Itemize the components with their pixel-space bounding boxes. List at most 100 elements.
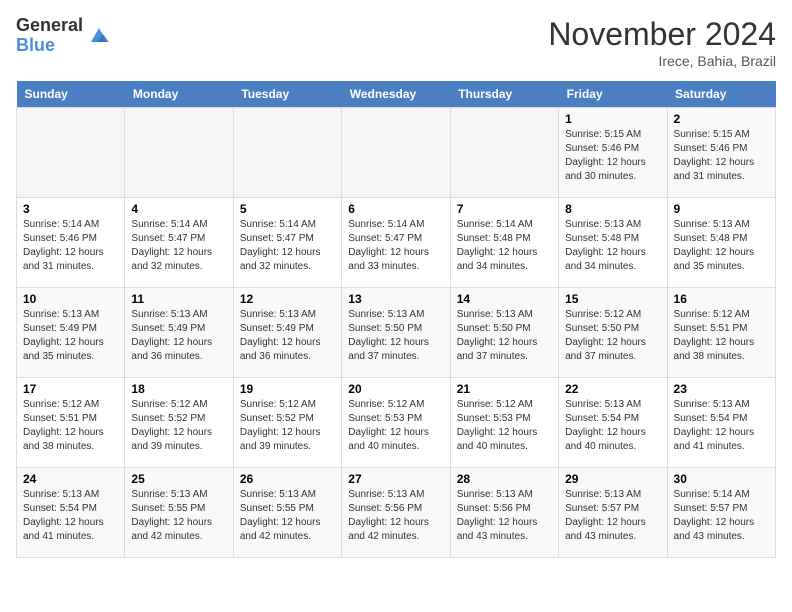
calendar-cell: 25 Sunrise: 5:13 AMSunset: 5:55 PMDaylig… (125, 468, 233, 558)
day-info: Sunrise: 5:13 AMSunset: 5:49 PMDaylight:… (23, 308, 118, 364)
day-info: Sunrise: 5:13 AMSunset: 5:54 PMDaylight:… (23, 488, 118, 544)
day-number: 29 (565, 472, 660, 486)
day-number: 1 (565, 112, 660, 126)
calendar-cell (125, 108, 233, 198)
day-number: 4 (131, 202, 226, 216)
calendar-cell: 11 Sunrise: 5:13 AMSunset: 5:49 PMDaylig… (125, 288, 233, 378)
calendar-cell: 24 Sunrise: 5:13 AMSunset: 5:54 PMDaylig… (17, 468, 125, 558)
day-number: 20 (348, 382, 443, 396)
day-info: Sunrise: 5:12 AMSunset: 5:52 PMDaylight:… (131, 398, 226, 454)
day-info: Sunrise: 5:13 AMSunset: 5:55 PMDaylight:… (240, 488, 335, 544)
day-info: Sunrise: 5:12 AMSunset: 5:53 PMDaylight:… (348, 398, 443, 454)
day-info: Sunrise: 5:12 AMSunset: 5:53 PMDaylight:… (457, 398, 552, 454)
calendar-cell: 18 Sunrise: 5:12 AMSunset: 5:52 PMDaylig… (125, 378, 233, 468)
calendar-cell: 17 Sunrise: 5:12 AMSunset: 5:51 PMDaylig… (17, 378, 125, 468)
calendar-cell: 23 Sunrise: 5:13 AMSunset: 5:54 PMDaylig… (667, 378, 775, 468)
day-number: 14 (457, 292, 552, 306)
calendar-cell (233, 108, 341, 198)
calendar-cell: 2 Sunrise: 5:15 AMSunset: 5:46 PMDayligh… (667, 108, 775, 198)
day-info: Sunrise: 5:13 AMSunset: 5:56 PMDaylight:… (348, 488, 443, 544)
day-number: 6 (348, 202, 443, 216)
header-sunday: Sunday (17, 81, 125, 108)
day-number: 24 (23, 472, 118, 486)
calendar-cell: 12 Sunrise: 5:13 AMSunset: 5:49 PMDaylig… (233, 288, 341, 378)
day-number: 27 (348, 472, 443, 486)
day-info: Sunrise: 5:14 AMSunset: 5:47 PMDaylight:… (348, 218, 443, 274)
week-row-1: 1 Sunrise: 5:15 AMSunset: 5:46 PMDayligh… (17, 108, 776, 198)
calendar-cell: 26 Sunrise: 5:13 AMSunset: 5:55 PMDaylig… (233, 468, 341, 558)
header-saturday: Saturday (667, 81, 775, 108)
day-number: 12 (240, 292, 335, 306)
day-info: Sunrise: 5:13 AMSunset: 5:56 PMDaylight:… (457, 488, 552, 544)
day-info: Sunrise: 5:13 AMSunset: 5:48 PMDaylight:… (674, 218, 769, 274)
calendar-cell: 16 Sunrise: 5:12 AMSunset: 5:51 PMDaylig… (667, 288, 775, 378)
day-info: Sunrise: 5:12 AMSunset: 5:52 PMDaylight:… (240, 398, 335, 454)
calendar-cell: 5 Sunrise: 5:14 AMSunset: 5:47 PMDayligh… (233, 198, 341, 288)
day-number: 19 (240, 382, 335, 396)
calendar-table: Sunday Monday Tuesday Wednesday Thursday… (16, 81, 776, 558)
logo: General Blue (16, 16, 111, 56)
logo-general-text: General (16, 16, 83, 36)
day-number: 22 (565, 382, 660, 396)
month-title: November 2024 (548, 16, 776, 53)
weekday-header-row: Sunday Monday Tuesday Wednesday Thursday… (17, 81, 776, 108)
day-number: 28 (457, 472, 552, 486)
day-info: Sunrise: 5:14 AMSunset: 5:47 PMDaylight:… (240, 218, 335, 274)
header-thursday: Thursday (450, 81, 558, 108)
day-info: Sunrise: 5:12 AMSunset: 5:51 PMDaylight:… (23, 398, 118, 454)
calendar-cell: 27 Sunrise: 5:13 AMSunset: 5:56 PMDaylig… (342, 468, 450, 558)
week-row-4: 17 Sunrise: 5:12 AMSunset: 5:51 PMDaylig… (17, 378, 776, 468)
day-number: 2 (674, 112, 769, 126)
calendar-cell: 6 Sunrise: 5:14 AMSunset: 5:47 PMDayligh… (342, 198, 450, 288)
header-wednesday: Wednesday (342, 81, 450, 108)
header-monday: Monday (125, 81, 233, 108)
day-info: Sunrise: 5:14 AMSunset: 5:57 PMDaylight:… (674, 488, 769, 544)
day-info: Sunrise: 5:13 AMSunset: 5:50 PMDaylight:… (348, 308, 443, 364)
week-row-2: 3 Sunrise: 5:14 AMSunset: 5:46 PMDayligh… (17, 198, 776, 288)
day-info: Sunrise: 5:12 AMSunset: 5:50 PMDaylight:… (565, 308, 660, 364)
week-row-3: 10 Sunrise: 5:13 AMSunset: 5:49 PMDaylig… (17, 288, 776, 378)
header: General Blue November 2024 Irece, Bahia,… (16, 16, 776, 69)
calendar-cell: 22 Sunrise: 5:13 AMSunset: 5:54 PMDaylig… (559, 378, 667, 468)
calendar-cell (17, 108, 125, 198)
day-number: 5 (240, 202, 335, 216)
calendar-cell: 8 Sunrise: 5:13 AMSunset: 5:48 PMDayligh… (559, 198, 667, 288)
calendar-cell: 20 Sunrise: 5:12 AMSunset: 5:53 PMDaylig… (342, 378, 450, 468)
day-info: Sunrise: 5:13 AMSunset: 5:54 PMDaylight:… (565, 398, 660, 454)
calendar-cell: 3 Sunrise: 5:14 AMSunset: 5:46 PMDayligh… (17, 198, 125, 288)
day-info: Sunrise: 5:13 AMSunset: 5:49 PMDaylight:… (131, 308, 226, 364)
calendar-cell: 4 Sunrise: 5:14 AMSunset: 5:47 PMDayligh… (125, 198, 233, 288)
day-number: 7 (457, 202, 552, 216)
calendar-cell (450, 108, 558, 198)
calendar-cell: 19 Sunrise: 5:12 AMSunset: 5:52 PMDaylig… (233, 378, 341, 468)
day-info: Sunrise: 5:13 AMSunset: 5:50 PMDaylight:… (457, 308, 552, 364)
day-number: 3 (23, 202, 118, 216)
day-number: 17 (23, 382, 118, 396)
day-number: 26 (240, 472, 335, 486)
week-row-5: 24 Sunrise: 5:13 AMSunset: 5:54 PMDaylig… (17, 468, 776, 558)
calendar-cell (342, 108, 450, 198)
day-info: Sunrise: 5:12 AMSunset: 5:51 PMDaylight:… (674, 308, 769, 364)
title-section: November 2024 Irece, Bahia, Brazil (548, 16, 776, 69)
header-tuesday: Tuesday (233, 81, 341, 108)
day-number: 13 (348, 292, 443, 306)
day-number: 21 (457, 382, 552, 396)
day-info: Sunrise: 5:14 AMSunset: 5:48 PMDaylight:… (457, 218, 552, 274)
day-number: 30 (674, 472, 769, 486)
day-info: Sunrise: 5:15 AMSunset: 5:46 PMDaylight:… (565, 128, 660, 184)
calendar-cell: 21 Sunrise: 5:12 AMSunset: 5:53 PMDaylig… (450, 378, 558, 468)
day-info: Sunrise: 5:13 AMSunset: 5:54 PMDaylight:… (674, 398, 769, 454)
day-info: Sunrise: 5:13 AMSunset: 5:57 PMDaylight:… (565, 488, 660, 544)
calendar-cell: 30 Sunrise: 5:14 AMSunset: 5:57 PMDaylig… (667, 468, 775, 558)
logo-icon (87, 24, 111, 48)
day-number: 11 (131, 292, 226, 306)
header-friday: Friday (559, 81, 667, 108)
day-info: Sunrise: 5:14 AMSunset: 5:46 PMDaylight:… (23, 218, 118, 274)
day-number: 9 (674, 202, 769, 216)
calendar-cell: 10 Sunrise: 5:13 AMSunset: 5:49 PMDaylig… (17, 288, 125, 378)
day-info: Sunrise: 5:14 AMSunset: 5:47 PMDaylight:… (131, 218, 226, 274)
calendar-cell: 28 Sunrise: 5:13 AMSunset: 5:56 PMDaylig… (450, 468, 558, 558)
day-number: 8 (565, 202, 660, 216)
day-number: 23 (674, 382, 769, 396)
calendar-cell: 29 Sunrise: 5:13 AMSunset: 5:57 PMDaylig… (559, 468, 667, 558)
